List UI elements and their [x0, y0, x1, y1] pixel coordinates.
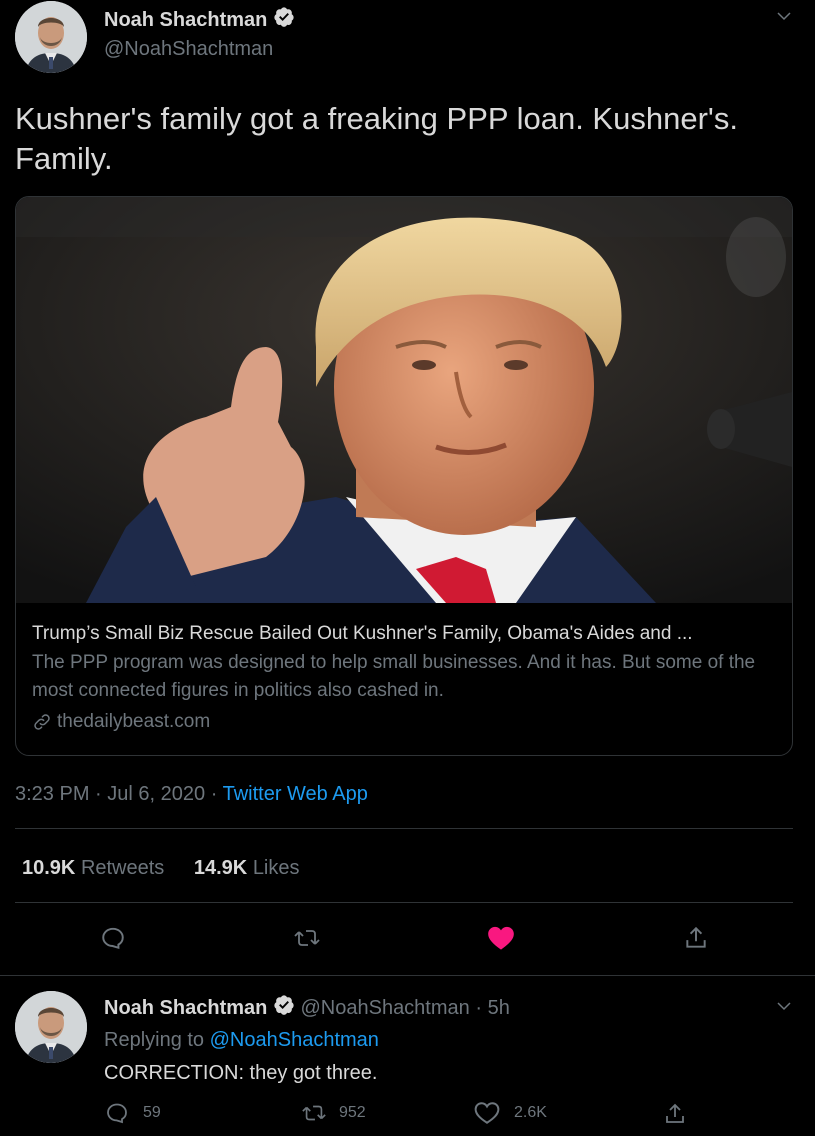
retweets-label: Retweets	[80, 857, 165, 879]
card-title: Trump’s Small Biz Rescue Bailed Out Kush…	[32, 623, 693, 644]
likes-label: Likes	[252, 857, 300, 879]
avatar-photo	[15, 991, 87, 1063]
tweet-source[interactable]: Twitter Web App	[223, 783, 368, 805]
link-icon	[32, 712, 52, 732]
tweet-text: Kushner's family got a freaking PPP loan…	[15, 101, 738, 176]
replying-to-handle[interactable]: @NoahShachtman	[210, 1029, 379, 1051]
reply-retweet-button[interactable]: 952	[301, 1101, 366, 1125]
reply-share-button[interactable]	[661, 1100, 689, 1128]
reply-count: 59	[143, 1104, 161, 1121]
retweet-count: 952	[339, 1104, 366, 1121]
tweet-time[interactable]: 3:23 PM	[15, 783, 89, 805]
author-handle[interactable]: @NoahShachtman	[104, 36, 273, 62]
retweet-icon	[302, 1105, 326, 1121]
reply-icon	[107, 1103, 127, 1124]
divider	[15, 828, 793, 829]
verified-badge-icon	[273, 994, 295, 1023]
author-name[interactable]: Noah Shachtman	[104, 9, 267, 31]
reply-author-name[interactable]: Noah Shachtman	[104, 997, 267, 1019]
divider	[15, 902, 793, 903]
reply-button[interactable]	[97, 922, 129, 954]
chevron-down-icon[interactable]	[770, 994, 798, 1018]
separator: ·	[95, 783, 102, 805]
card-image	[16, 197, 792, 603]
heart-icon	[474, 1102, 500, 1124]
reply-reply-button[interactable]: 59	[105, 1101, 161, 1125]
reply-text: CORRECTION: they got three.	[104, 1062, 378, 1084]
retweets-count: 10.9K	[22, 857, 76, 879]
like-count: 2.6K	[514, 1104, 547, 1121]
author-avatar[interactable]	[15, 1, 87, 73]
avatar-photo	[15, 1, 87, 73]
likes-stat[interactable]: 14.9K Likes	[194, 857, 300, 879]
likes-count: 14.9K	[193, 857, 248, 879]
chevron-down-icon[interactable]	[770, 4, 798, 28]
like-button[interactable]	[484, 922, 518, 954]
verified-badge-icon	[273, 6, 295, 35]
link-preview-card[interactable]: Trump’s Small Biz Rescue Bailed Out Kush…	[15, 196, 793, 756]
reply-age[interactable]: 5h	[488, 997, 510, 1019]
heart-filled-icon	[488, 926, 514, 950]
share-icon	[686, 926, 706, 948]
replying-to-label: Replying to	[104, 1029, 205, 1051]
retweets-stat[interactable]: 10.9K Retweets	[22, 857, 170, 879]
reply-author-avatar[interactable]	[15, 991, 87, 1063]
retweet-button[interactable]	[289, 922, 325, 954]
card-description: The PPP program was designed to help sma…	[32, 652, 756, 701]
tweet-date[interactable]: Jul 6, 2020	[107, 783, 205, 805]
card-domain: thedailybeast.com	[57, 711, 211, 732]
reply-like-button[interactable]: 2.6K	[474, 1101, 547, 1125]
reply-author-handle[interactable]: @NoahShachtman	[300, 997, 469, 1019]
retweet-icon	[294, 930, 320, 946]
reply-icon	[102, 927, 124, 950]
separator: ·	[475, 996, 483, 1019]
share-icon	[666, 1103, 684, 1123]
divider	[0, 975, 815, 976]
share-button[interactable]	[679, 922, 713, 954]
separator: ·	[210, 783, 218, 805]
